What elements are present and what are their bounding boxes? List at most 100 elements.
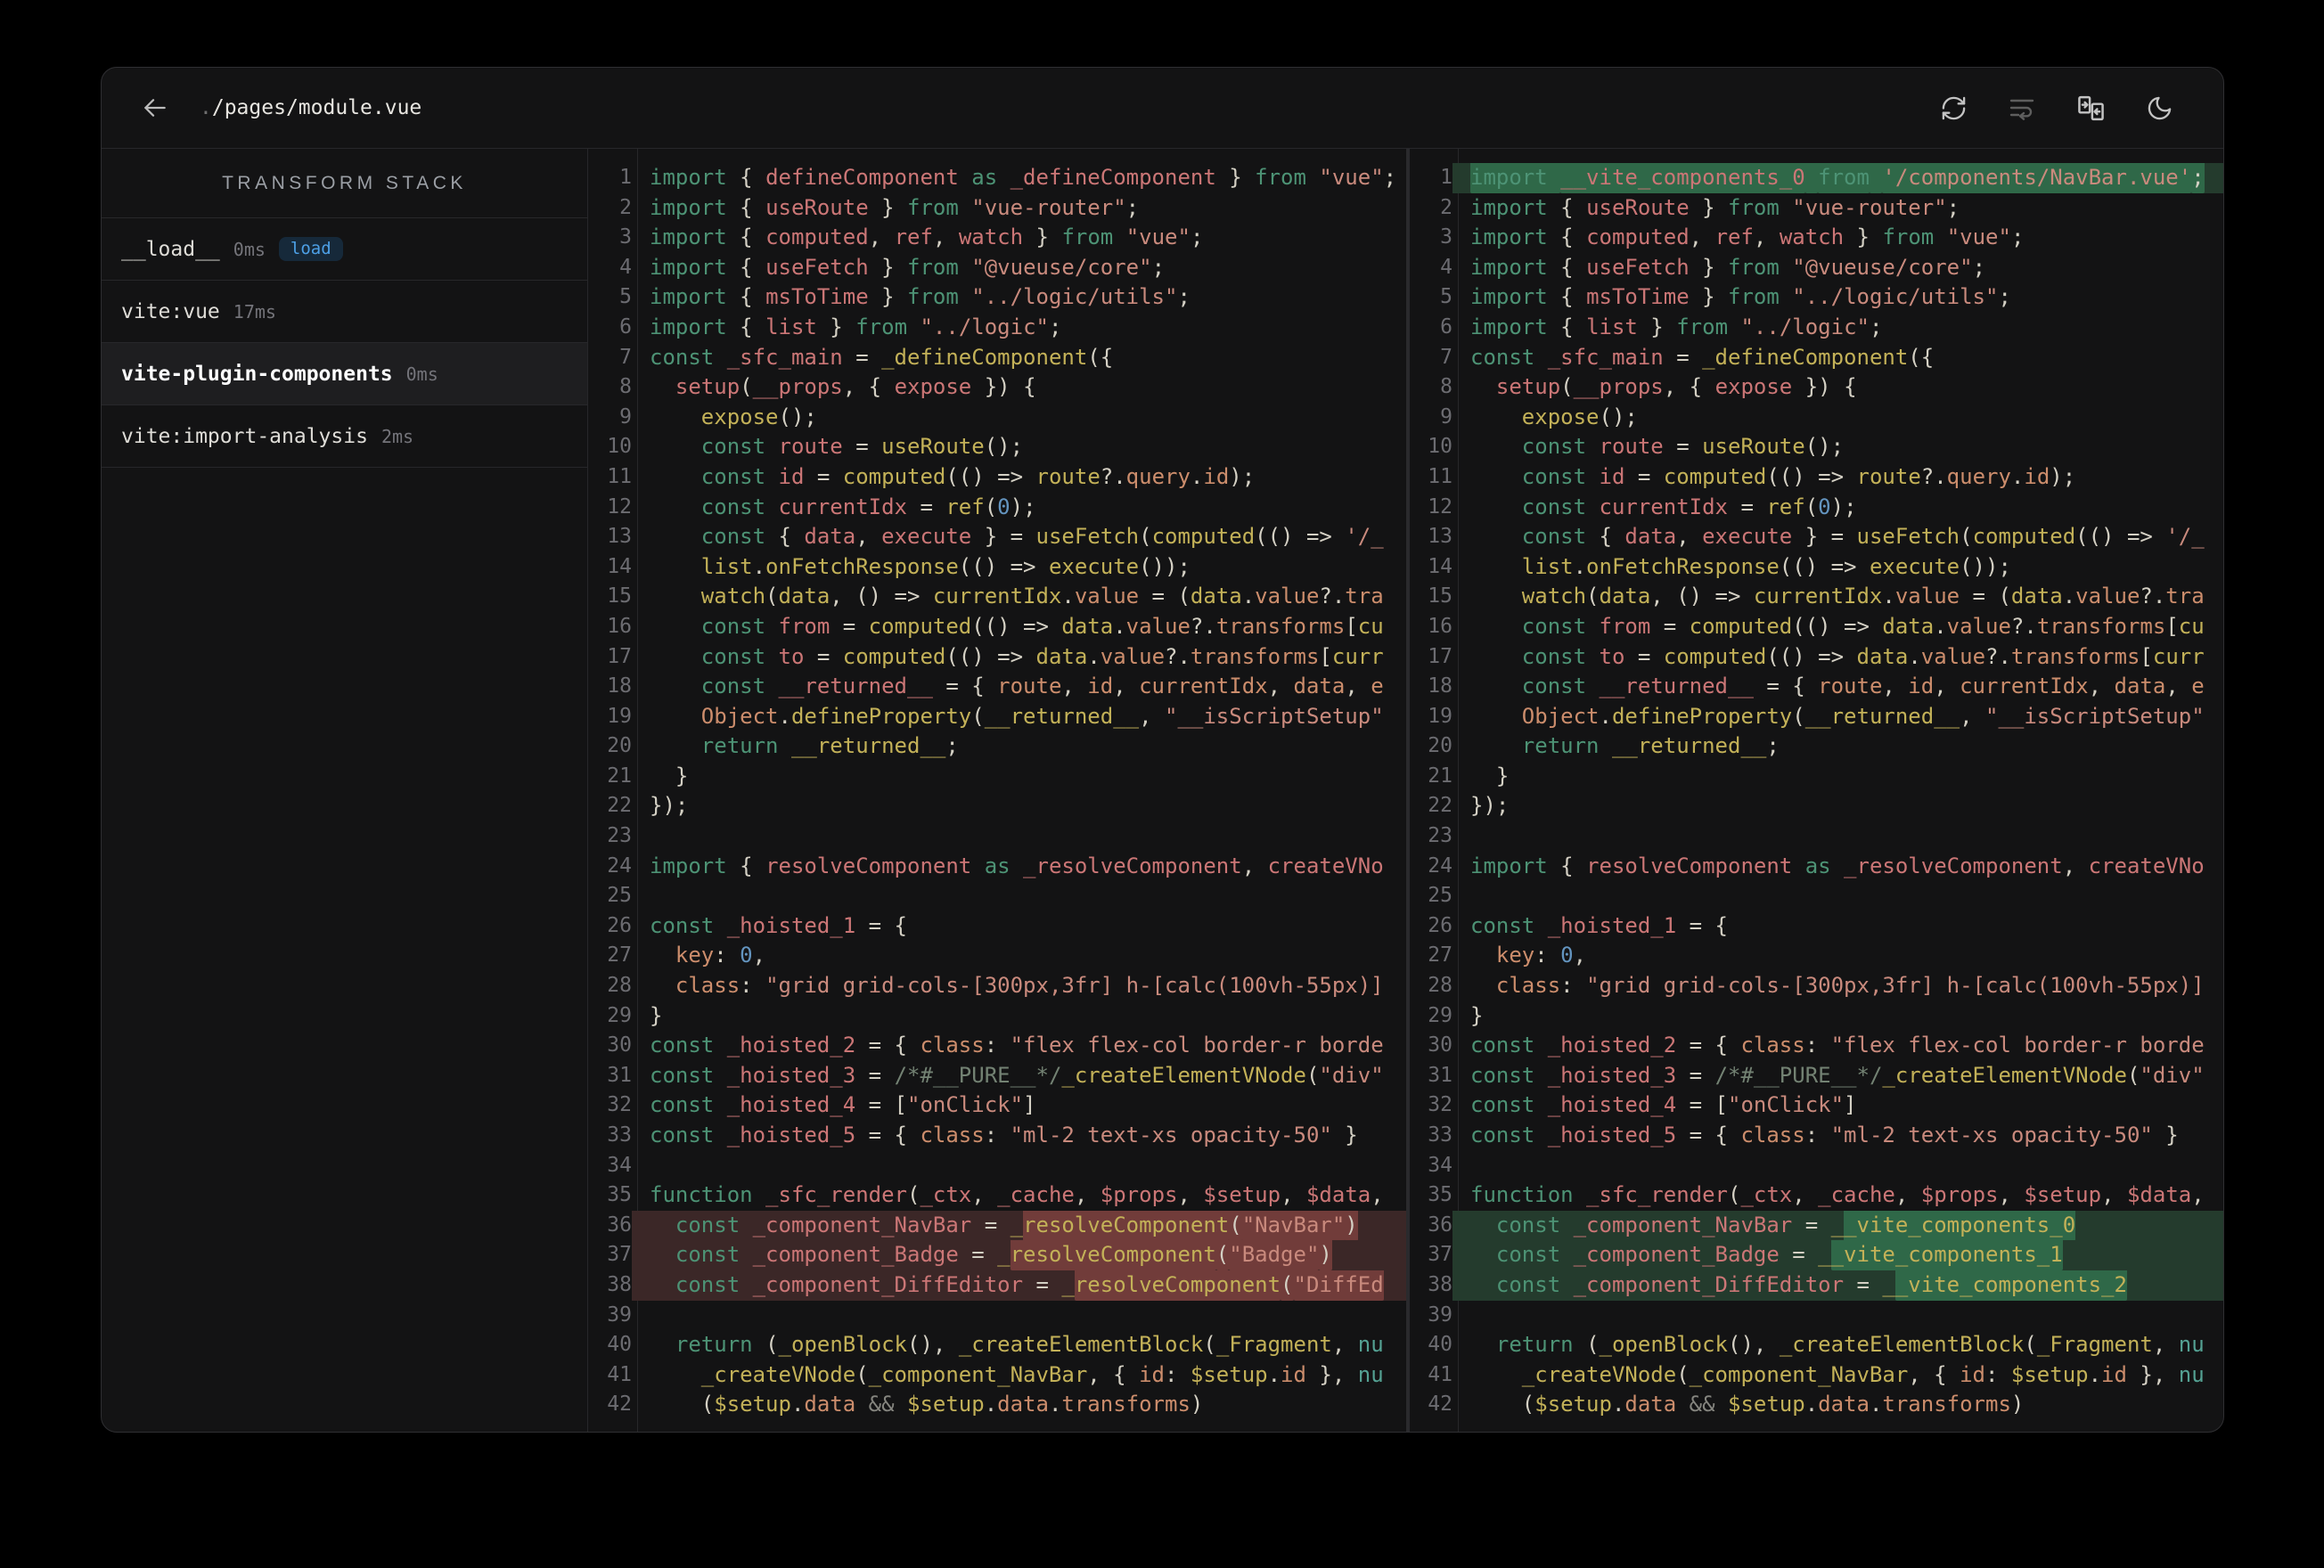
code-content: key: 0, — [675, 943, 766, 968]
line-number: 11 — [607, 464, 632, 488]
line-number: 34 — [1428, 1153, 1452, 1177]
code-line: 41 _createVNode(_component_NavBar, { id:… — [1410, 1360, 2223, 1391]
line-number: 30 — [607, 1033, 632, 1058]
code-content — [1452, 881, 2223, 911]
code-line: 33 const _hoisted_5 = { class: "ml-2 text… — [1410, 1121, 2223, 1151]
code-line: 9 expose(); — [1410, 403, 2223, 433]
line-number: 19 — [607, 704, 632, 728]
code-content: const { data, execute } = useFetch(compu… — [700, 524, 1384, 550]
side-by-side-toggle-button[interactable] — [2073, 90, 2108, 126]
code-content — [632, 881, 1406, 911]
code-line: 37 const _component_Badge = __vite_compo… — [1410, 1240, 2223, 1270]
code-content: import { resolveComponent as _resolveCom… — [1470, 853, 2205, 878]
inline-diff-toggle-button[interactable] — [2004, 90, 2040, 126]
header-actions — [1935, 90, 2223, 126]
code-line: 16 const from = computed(() => data.valu… — [1410, 612, 2223, 642]
line-number: 41 — [1428, 1362, 1452, 1386]
line-number: 6 — [619, 314, 632, 339]
code-line: 24 import { resolveComponent as _resolveC… — [1410, 852, 2223, 882]
code-content: const __returned__ = { route, id, curren… — [1521, 674, 2205, 699]
code-content: const _hoisted_2 = { class: "flex flex-c… — [1470, 1033, 2205, 1058]
transform-stack-item[interactable]: __load__ 0ms load — [102, 218, 587, 281]
code-line: 21 } — [589, 762, 1406, 792]
diff-panel-before[interactable]: 1 import { defineComponent as _defineComp… — [589, 149, 1406, 1432]
code-content: const _component_DiffEditor = __vite_com… — [1452, 1270, 2223, 1301]
code-line: 11 const id = computed(() => route?.quer… — [589, 462, 1406, 493]
code-line: 12 const currentIdx = ref(0); — [1410, 493, 2223, 523]
code-line: 21 } — [1410, 762, 2223, 792]
code-content: const _sfc_main = _defineComponent({ — [650, 344, 1114, 370]
line-number: 17 — [1428, 644, 1452, 668]
code-line: 8 setup(__props, { expose }) { — [1410, 372, 2223, 403]
code-content: expose(); — [700, 404, 817, 429]
line-number: 26 — [1428, 913, 1452, 937]
line-number: 12 — [1428, 494, 1452, 519]
code-content: function _sfc_render(_ctx, _cache, $prop… — [1470, 1182, 2205, 1208]
line-number: 21 — [1428, 764, 1452, 788]
line-number: 32 — [607, 1093, 632, 1117]
transform-stack-item[interactable]: vite:vue 17ms — [102, 281, 587, 343]
code-line: 41 _createVNode(_component_NavBar, { id:… — [589, 1360, 1406, 1391]
code-content: const from = computed(() => data.value?.… — [700, 613, 1384, 639]
code-content: import { computed, ref, watch } from "vu… — [1470, 225, 2025, 250]
diff-panel-after[interactable]: 1 import __vite_components_0 from '/compo… — [1410, 149, 2223, 1432]
code-content: } — [650, 1002, 663, 1028]
line-number: 37 — [1428, 1243, 1452, 1267]
code-line: 24 import { resolveComponent as _resolveC… — [589, 852, 1406, 882]
line-number: 33 — [607, 1123, 632, 1147]
code-line: 15 watch(data, () => currentIdx.value = … — [1410, 582, 2223, 612]
code-line: 28 class: "grid grid-cols-[300px,3fr] h-… — [1410, 971, 2223, 1001]
code-content: } — [650, 763, 689, 788]
transform-stack-item[interactable]: vite-plugin-components 0ms — [102, 343, 587, 405]
code-line: 39 — [589, 1301, 1406, 1331]
line-number: 22 — [607, 794, 632, 818]
code-line: 39 — [1410, 1301, 2223, 1331]
line-number: 8 — [619, 375, 632, 399]
line-number: 23 — [607, 824, 632, 848]
theme-toggle-button[interactable] — [2141, 90, 2177, 126]
line-number: 27 — [1428, 943, 1452, 968]
code-content — [632, 1301, 1406, 1331]
code-content: const _hoisted_4 = ["onClick"] — [1470, 1092, 1857, 1118]
code-content: const id = computed(() => route?.query.i… — [700, 463, 1256, 489]
transform-stack-item[interactable]: vite:import-analysis 2ms — [102, 405, 587, 468]
line-number: 4 — [1440, 255, 1452, 279]
line-number: 17 — [607, 644, 632, 668]
code-content: import { useFetch } from "@vueuse/core"; — [650, 254, 1166, 280]
refresh-button[interactable] — [1935, 90, 1971, 126]
code-content: expose(); — [1521, 404, 1638, 429]
code-line: 38 const _component_DiffEditor = __vite_… — [1410, 1270, 2223, 1301]
line-number: 13 — [1428, 525, 1452, 549]
code-line: 30 const _hoisted_2 = { class: "flex flex… — [1410, 1031, 2223, 1061]
code-content: const currentIdx = ref(0); — [1521, 494, 1857, 519]
code-content: setup(__props, { expose }) { — [675, 374, 1036, 400]
code-content: const { data, execute } = useFetch(compu… — [1521, 524, 2205, 550]
line-number: 9 — [619, 404, 632, 429]
code-content: const to = computed(() => data.value?.tr… — [700, 643, 1384, 669]
back-button[interactable] — [135, 88, 175, 127]
code-content: class: "grid grid-cols-[300px,3fr] h-[ca… — [675, 973, 1384, 999]
line-number: 35 — [607, 1183, 632, 1207]
code-content — [1452, 1151, 2223, 1181]
code-line: 32 const _hoisted_4 = ["onClick"] — [1410, 1090, 2223, 1121]
code-line: 40 return (_openBlock(), _createElementB… — [589, 1330, 1406, 1360]
code-line: 31 const _hoisted_3 = /*#__PURE__*/_creat… — [589, 1061, 1406, 1091]
code-line: 38 const _component_DiffEditor = _resolv… — [589, 1270, 1406, 1301]
diff-view: 1 import { defineComponent as _defineComp… — [589, 149, 2223, 1432]
code-content: import { useFetch } from "@vueuse/core"; — [1470, 254, 1986, 280]
load-badge: load — [278, 237, 343, 261]
code-content: const _component_DiffEditor = _resolveCo… — [632, 1270, 1406, 1301]
code-content: const __returned__ = { route, id, curren… — [700, 674, 1384, 699]
line-number: 18 — [1428, 674, 1452, 698]
code-line: 20 return __returned__; — [589, 731, 1406, 762]
code-line: 35 function _sfc_render(_ctx, _cache, $pr… — [1410, 1180, 2223, 1211]
code-line: 3 import { computed, ref, watch } from "v… — [1410, 223, 2223, 253]
code-content: key: 0, — [1495, 943, 1587, 968]
code-line: 14 list.onFetchResponse(() => execute())… — [1410, 552, 2223, 583]
code-content: }); — [650, 793, 689, 819]
code-line: 23 — [589, 821, 1406, 852]
code-line: 7 const _sfc_main = _defineComponent({ — [1410, 343, 2223, 373]
code-line: 29} — [589, 1001, 1406, 1032]
code-line: 1 import __vite_components_0 from '/compo… — [1410, 163, 2223, 193]
code-content — [1452, 1301, 2223, 1331]
